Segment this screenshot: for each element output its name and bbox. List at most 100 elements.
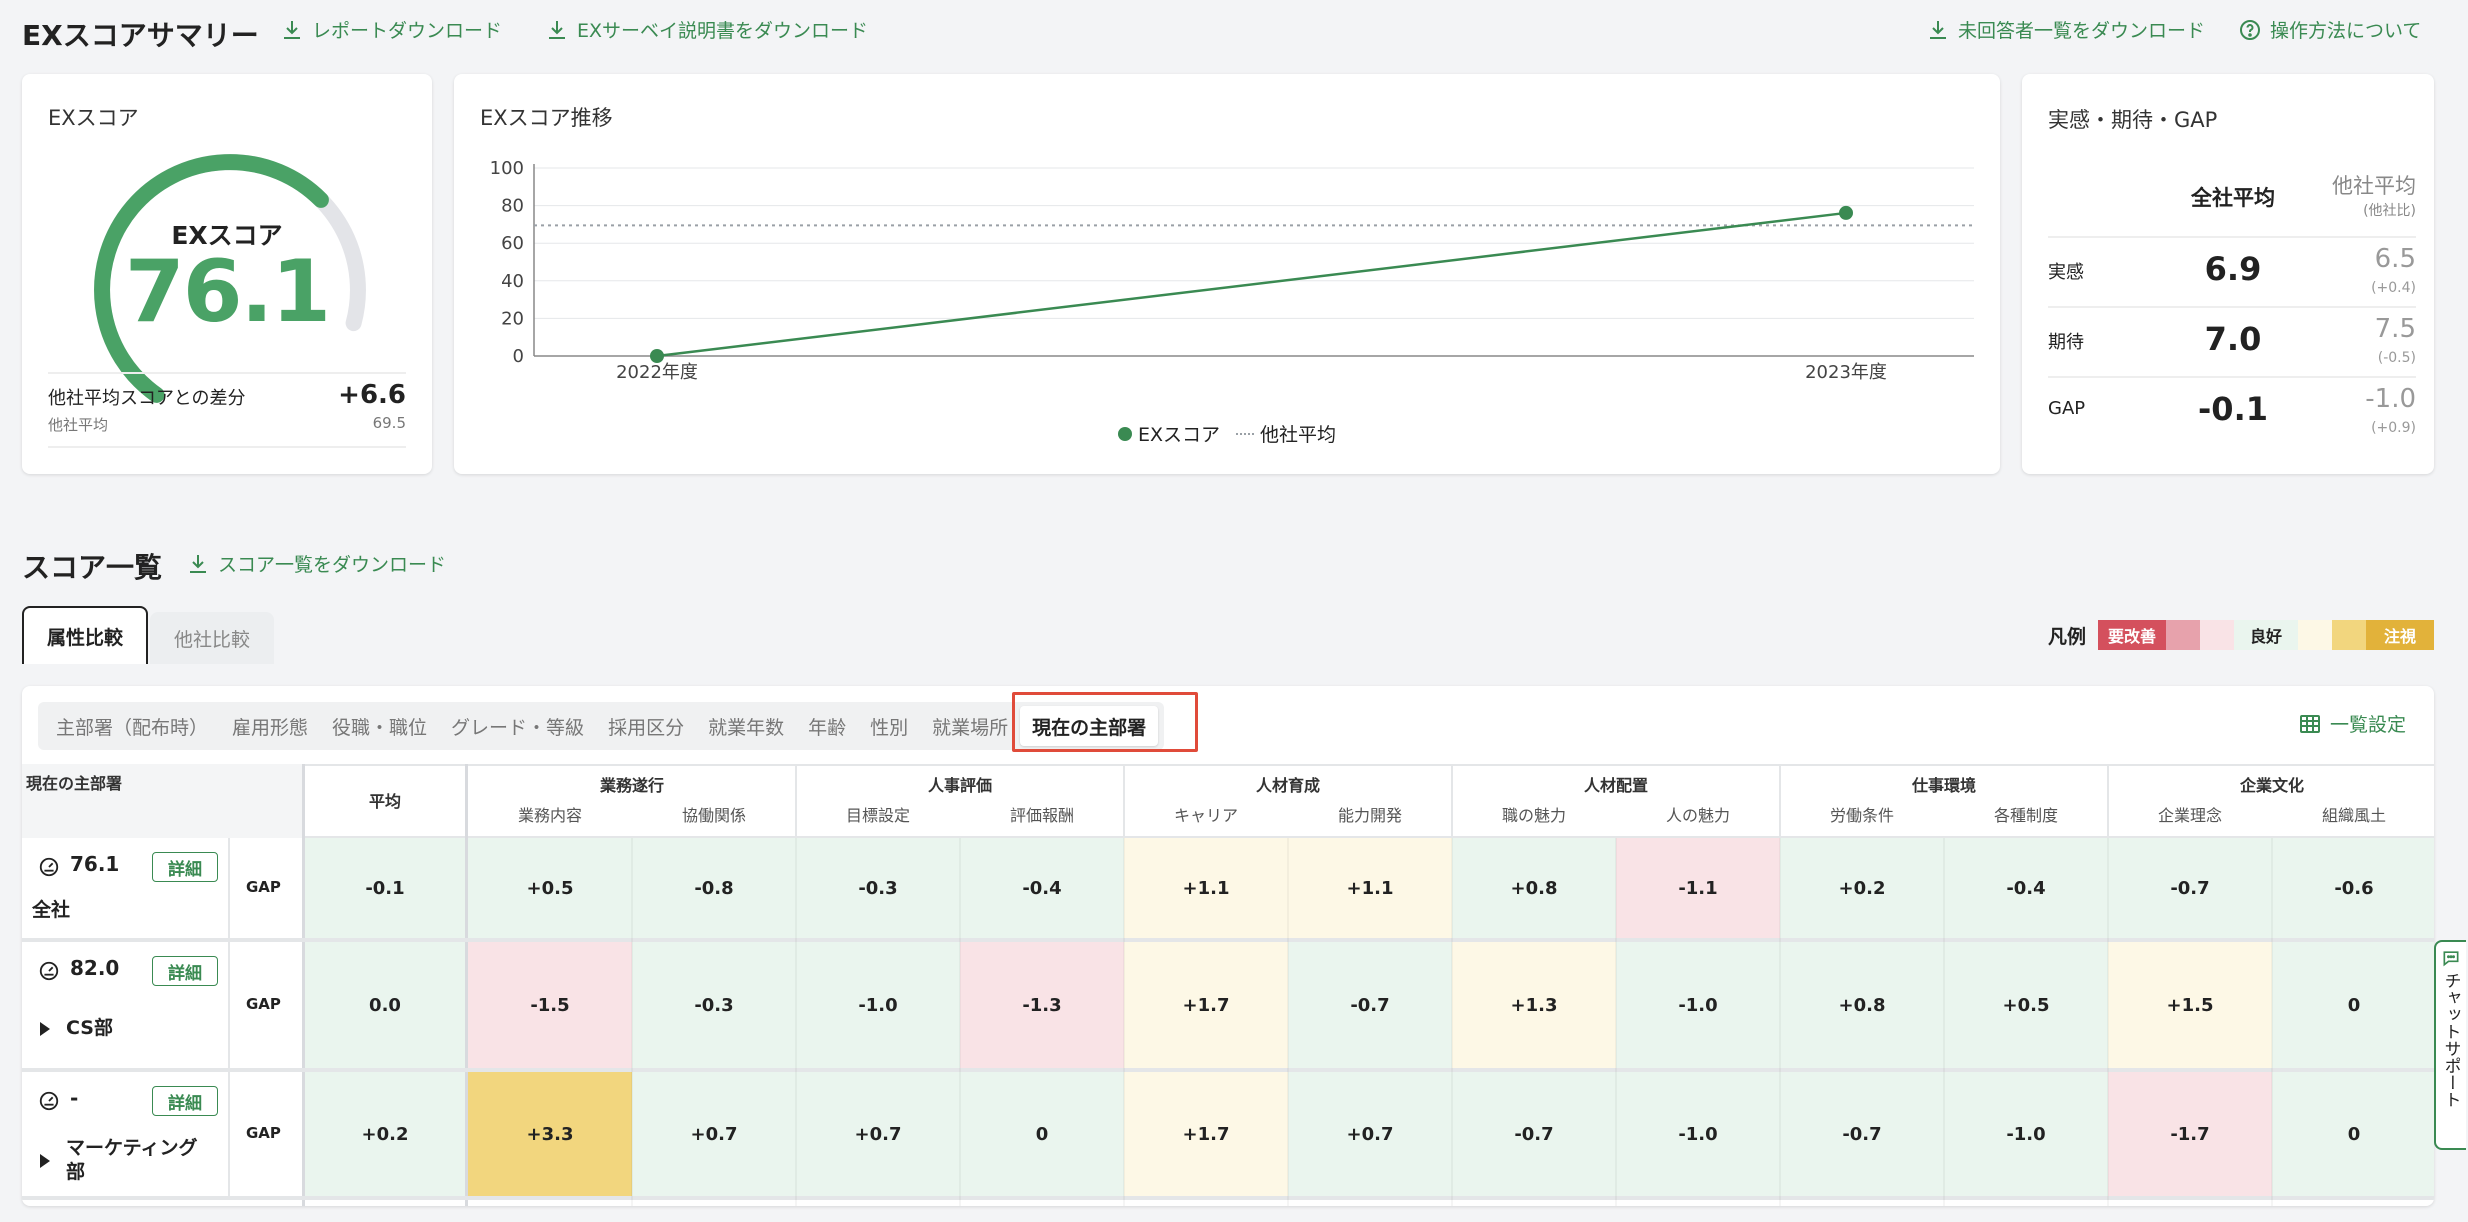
download-icon (549, 20, 565, 39)
subtab-gender[interactable]: 性別 (858, 706, 920, 746)
help-circle-icon (2240, 19, 2260, 40)
avg-cell: 0.0 (305, 942, 465, 1068)
report-download-link[interactable]: レポートダウンロード (280, 16, 502, 43)
sub-header: キャリア (1173, 806, 1238, 825)
gap-row-jikkan-label: 実感 (2048, 262, 2084, 283)
x-tick-label: 2023年度 (1805, 362, 1887, 383)
sub-header: 評価報酬 (1009, 806, 1074, 825)
score-cell: -1.5 (468, 942, 632, 1068)
legend-bad: 要改善 (2098, 620, 2166, 650)
how-to-link[interactable]: 操作方法について (2238, 16, 2421, 43)
gap-row-gap-label: GAP (2048, 398, 2086, 419)
score-cell: +0.2 (1780, 838, 1944, 938)
gap-col-other-sub: (他社比) (2363, 203, 2416, 219)
sub-header: 人の魅力 (1665, 806, 1730, 825)
score-cell: +3.3 (468, 1072, 632, 1196)
divider (1123, 764, 1125, 838)
ex-score-card: EXスコア EXスコア 76.1 他社平均スコアとの差分 +6.6 他社平均 6… (22, 74, 432, 474)
legend-series-label: EXスコア (1137, 424, 1220, 446)
chat-bubble-icon (2443, 951, 2459, 967)
diff-value: +6.6 (338, 380, 406, 410)
score-cell: +0.7 (632, 1072, 796, 1196)
divider (1943, 838, 1945, 1206)
subtab-grade[interactable]: グレード・等級 (439, 706, 596, 746)
group-header: 人材育成 (1255, 776, 1320, 795)
tab-attribute-compare[interactable]: 属性比較 (22, 606, 148, 664)
divider (22, 1196, 2434, 1200)
tab-other-company-compare[interactable]: 他社比較 (150, 612, 274, 664)
sub-header: 業務内容 (517, 806, 582, 825)
score-cell: -0.3 (632, 942, 796, 1068)
legend-bad-lighter (2200, 620, 2234, 650)
gauge-icon (38, 856, 60, 878)
gauge-icon (38, 1090, 60, 1112)
subtab-hiring-type[interactable]: 採用区分 (596, 706, 696, 746)
divider (2107, 838, 2109, 1206)
detail-button[interactable]: 詳細 (152, 1086, 218, 1116)
y-tick-label: 60 (501, 233, 524, 254)
selected-subtab-highlight (1012, 692, 1198, 752)
subtab-years-employed[interactable]: 就業年数 (696, 706, 796, 746)
score-cell: +0.5 (1944, 942, 2108, 1068)
score-cell: +1.7 (1124, 1072, 1288, 1196)
score-cell: +0.7 (1288, 1072, 1452, 1196)
avg-cell: +0.2 (305, 1072, 465, 1196)
subtab-main-dept-at-distribution[interactable]: 主部署（配布時） (44, 706, 220, 746)
divider (228, 1072, 230, 1196)
gap-col-other: 他社平均 (2332, 174, 2416, 198)
legend-caution-light (2332, 620, 2366, 650)
score-cell: -1.0 (1616, 1072, 1780, 1196)
gap-label: GAP (246, 878, 281, 896)
ex-score-card-title: EXスコア (48, 106, 139, 130)
score-cell: -0.7 (1780, 1072, 1944, 1196)
gap-row-kitai-label: 期待 (2048, 332, 2084, 353)
divider (631, 838, 633, 1206)
survey-doc-download-link[interactable]: EXサーベイ説明書をダウンロード (545, 16, 868, 43)
grid-table-icon (2300, 714, 2320, 733)
score-cell: -0.3 (796, 838, 960, 938)
series-line (656, 211, 1847, 358)
sub-header: 組織風土 (2321, 806, 2386, 825)
detail-button[interactable]: 詳細 (152, 852, 218, 882)
divider (1451, 838, 1453, 1206)
gap-row-kitai-value: 7.0 (2204, 320, 2262, 358)
score-cell: +1.1 (1288, 838, 1452, 938)
nonrespondent-download-link[interactable]: 未回答者一覧をダウンロード (1926, 16, 2205, 43)
legend-caution-lighter (2298, 620, 2332, 650)
avg-value: 69.5 (372, 414, 406, 432)
detail-button[interactable]: 詳細 (152, 956, 218, 986)
expand-caret-icon[interactable] (40, 1022, 50, 1036)
subtab-employment-type[interactable]: 雇用形態 (220, 706, 320, 746)
subtab-age[interactable]: 年齢 (796, 706, 858, 746)
download-icon (284, 20, 300, 39)
gap-row-kitai-other: 7.5 (2374, 314, 2416, 344)
score-cell: -1.0 (1944, 1072, 2108, 1196)
score-list-download-link[interactable]: スコア一覧をダウンロード (186, 550, 446, 577)
score-cell: +0.7 (796, 1072, 960, 1196)
row-score: 76.1 (70, 852, 120, 876)
report-download-label: レポートダウンロード (312, 20, 503, 42)
list-settings-button[interactable]: 一覧設定 (2298, 710, 2406, 737)
chat-support-tab[interactable]: チャットサポート (2434, 940, 2466, 1150)
score-cell: -0.7 (1452, 1072, 1616, 1196)
y-tick-label: 20 (501, 308, 524, 329)
row-name: CS部 (66, 1017, 113, 1039)
avg-header: 平均 (368, 792, 401, 811)
subtab-position[interactable]: 役職・職位 (320, 706, 439, 746)
row-score: 82.0 (70, 956, 120, 980)
avg-label: 他社平均 (48, 416, 109, 434)
gap-card-title: 実感・期待・GAP (2048, 108, 2218, 132)
subtab-work-location[interactable]: 就業場所 (920, 706, 1020, 746)
sub-header: 協働関係 (681, 806, 746, 825)
legend-label: 凡例 (2048, 626, 2087, 648)
expand-caret-icon[interactable] (40, 1154, 50, 1168)
nonrespondent-download-label: 未回答者一覧をダウンロード (1958, 20, 2206, 42)
trend-chart: 0 20 40 60 80 100 2022年度 2023年度 (490, 158, 1974, 383)
gap-label: GAP (246, 1124, 281, 1142)
diff-label: 他社平均スコアとの差分 (48, 388, 246, 409)
gauge-icon (38, 960, 60, 982)
divider (795, 838, 797, 1206)
divider (1123, 838, 1125, 1206)
sub-header: 企業理念 (2157, 806, 2222, 825)
score-cell: -0.4 (960, 838, 1124, 938)
